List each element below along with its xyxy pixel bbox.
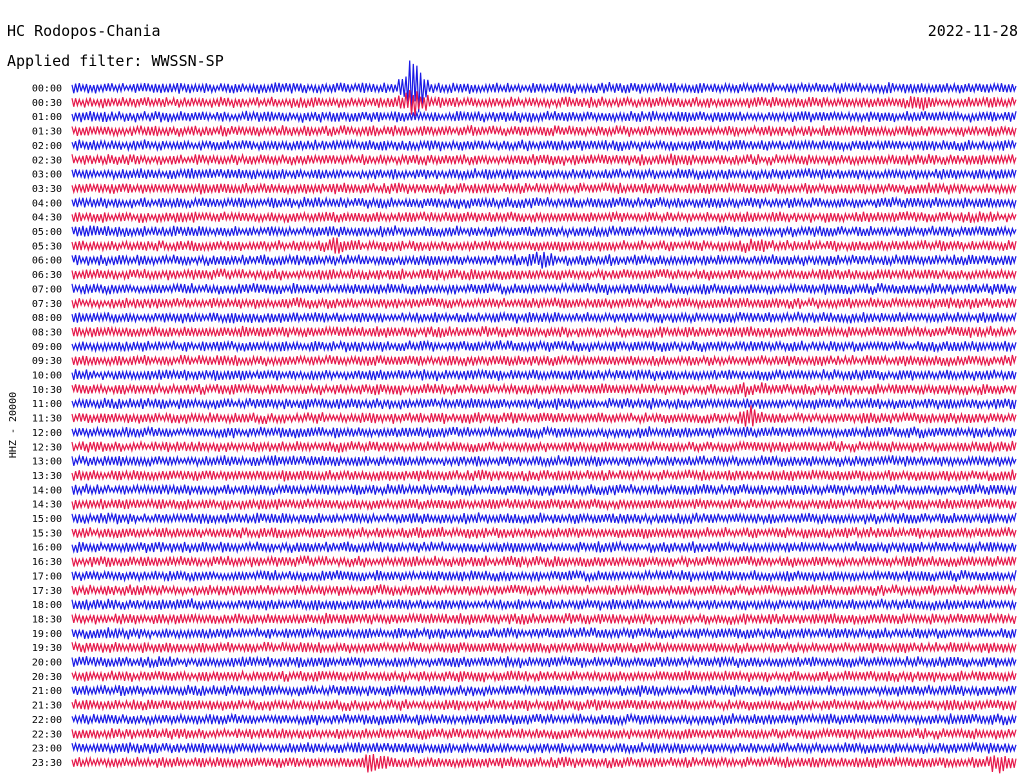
row-time-label: 04:00 [32, 198, 62, 209]
trace-row [71, 597, 1017, 612]
tick-label-group: 00:00 00:30 01:00 01:30 02:00 02:30 03:00 03:30… [32, 84, 62, 769]
trace-row [71, 669, 1017, 683]
trace-row [71, 181, 1017, 196]
row-time-label: 09:00 [32, 342, 62, 353]
trace-row [71, 654, 1017, 669]
row-time-label: 13:30 [32, 471, 62, 482]
row-time-label: 08:00 [32, 313, 62, 324]
trace-row [71, 124, 1017, 138]
trace-row [71, 640, 1017, 655]
row-time-label: 09:30 [32, 356, 62, 367]
row-time-label: 06:00 [32, 256, 62, 267]
row-time-label: 20:00 [32, 658, 62, 669]
trace-row [71, 612, 1017, 626]
trace-row [71, 382, 1017, 398]
row-time-label: 10:00 [32, 371, 62, 382]
row-time-label: 00:30 [32, 98, 62, 109]
trace-row [71, 152, 1017, 167]
row-time-label: 07:00 [32, 284, 62, 295]
trace-row [71, 425, 1017, 440]
trace-row [71, 267, 1017, 282]
trace-row [71, 195, 1017, 210]
trace-row [71, 353, 1017, 368]
trace-row [71, 583, 1017, 598]
row-time-label: 15:00 [32, 514, 62, 525]
trace-row [71, 296, 1017, 311]
row-time-label: 16:00 [32, 543, 62, 554]
row-time-label: 05:00 [32, 227, 62, 238]
row-time-label: 23:30 [32, 758, 62, 769]
trace-row [71, 210, 1017, 225]
row-time-label: 11:00 [32, 399, 62, 410]
row-time-label: 10:30 [32, 385, 62, 396]
row-time-label: 03:00 [32, 170, 62, 181]
row-time-label: 23:00 [32, 744, 62, 755]
trace-row [71, 60, 1017, 113]
trace-row [71, 339, 1017, 354]
row-time-label: 05:30 [32, 241, 62, 252]
row-time-label: 00:00 [32, 84, 62, 95]
row-time-label: 22:00 [32, 715, 62, 726]
row-time-label: 13:00 [32, 457, 62, 468]
row-time-label: 19:30 [32, 643, 62, 654]
row-time-label: 17:30 [32, 586, 62, 597]
trace-row [71, 526, 1017, 540]
row-time-label: 18:00 [32, 600, 62, 611]
trace-row [71, 754, 1017, 774]
row-time-label: 08:30 [32, 327, 62, 338]
row-time-label: 20:30 [32, 672, 62, 683]
row-time-label: 22:30 [32, 729, 62, 740]
trace-row [71, 554, 1017, 569]
row-time-label: 02:00 [32, 141, 62, 152]
trace-row [71, 497, 1017, 512]
trace-row [71, 439, 1017, 454]
row-time-label: 01:30 [32, 127, 62, 138]
trace-row [71, 237, 1017, 254]
trace-row [71, 698, 1017, 713]
trace-row [71, 224, 1017, 239]
trace-row [71, 396, 1017, 411]
trace-row [71, 367, 1017, 382]
row-time-label: 14:30 [32, 500, 62, 511]
row-time-label: 01:00 [32, 112, 62, 123]
trace-row [71, 405, 1017, 427]
trace-row [71, 251, 1017, 269]
row-time-label: 17:00 [32, 571, 62, 582]
trace-row [71, 110, 1017, 124]
trace-group [71, 60, 1017, 774]
row-time-label: 21:00 [32, 686, 62, 697]
row-time-label: 07:30 [32, 299, 62, 310]
y-axis-label: HHZ - 20000 [8, 392, 19, 458]
trace-row [71, 741, 1017, 755]
trace-row [71, 683, 1017, 698]
trace-row [71, 454, 1017, 468]
helicorder-plot: 00:00 00:30 01:00 01:30 02:00 02:30 03:00 03:30… [8, 60, 1017, 774]
row-time-label: 03:30 [32, 184, 62, 195]
row-time-label: 02:30 [32, 155, 62, 166]
trace-row [71, 568, 1017, 584]
row-time-label: 11:30 [32, 414, 62, 425]
trace-row [71, 281, 1017, 297]
row-time-label: 06:30 [32, 270, 62, 281]
trace-row [71, 325, 1017, 339]
trace-row [71, 511, 1017, 526]
row-time-label: 14:00 [32, 485, 62, 496]
trace-row [71, 138, 1017, 153]
row-time-label: 04:30 [32, 213, 62, 224]
row-time-label: 21:30 [32, 701, 62, 712]
trace-row [71, 712, 1017, 727]
trace-row [71, 726, 1017, 741]
row-time-label: 12:00 [32, 428, 62, 439]
trace-row [71, 310, 1017, 325]
row-time-label: 18:30 [32, 614, 62, 625]
row-time-label: 15:30 [32, 528, 62, 539]
trace-row [71, 482, 1017, 497]
trace-row [71, 167, 1017, 182]
row-time-label: 19:00 [32, 629, 62, 640]
row-time-label: 16:30 [32, 557, 62, 568]
trace-row [71, 540, 1017, 555]
row-time-label: 12:30 [32, 442, 62, 453]
trace-row [71, 626, 1017, 641]
trace-row [71, 468, 1017, 483]
